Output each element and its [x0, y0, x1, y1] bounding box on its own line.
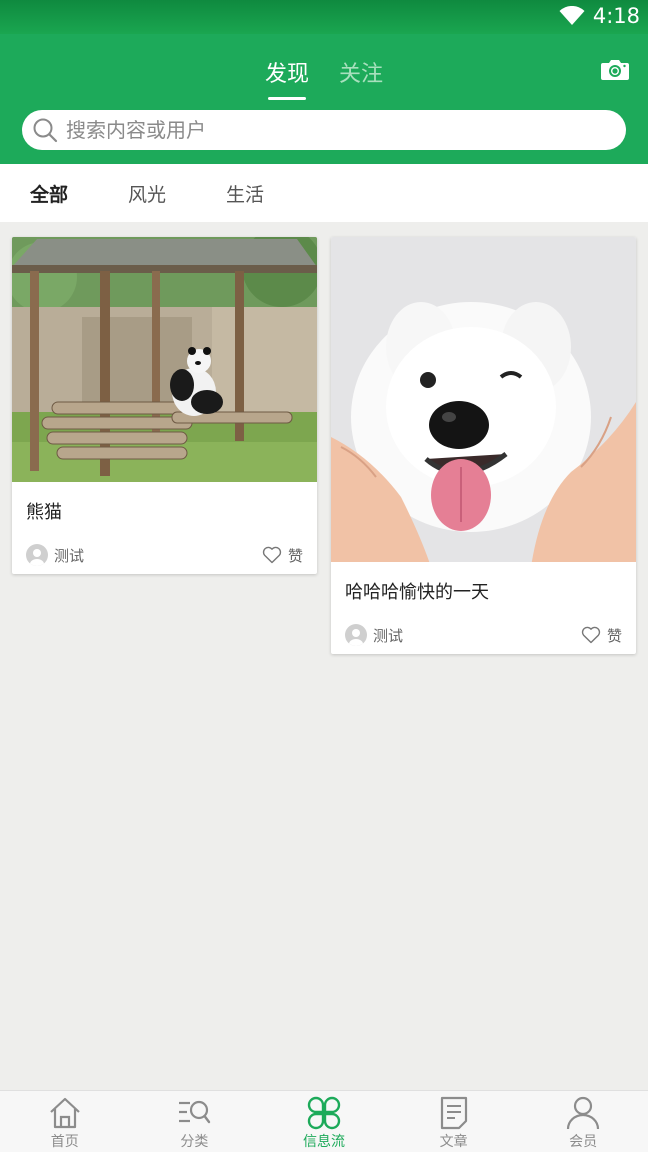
article-icon [440, 1096, 467, 1130]
nav-label: 文章 [439, 1134, 468, 1150]
author-name: 测试 [373, 626, 404, 645]
category-all[interactable]: 全部 [0, 180, 98, 207]
bottom-nav: 首页 分类 信息流 文章 会员 [0, 1090, 648, 1152]
heart-icon [262, 546, 282, 564]
nav-article[interactable]: 文章 [389, 1091, 519, 1152]
tab-follow[interactable]: 关注 [339, 56, 383, 98]
nav-label: 分类 [180, 1134, 209, 1150]
category-life[interactable]: 生活 [196, 180, 294, 207]
search-icon [33, 118, 58, 143]
search-input[interactable] [66, 118, 626, 142]
post-meta: 测试 赞 [331, 608, 636, 654]
category-bar: 全部 风光 生活 [0, 164, 648, 222]
header: 发现 关注 [0, 34, 648, 164]
like-label: 赞 [606, 626, 622, 645]
category-icon [179, 1100, 211, 1124]
feed-icon [307, 1096, 341, 1130]
post-author[interactable]: 测试 [345, 624, 403, 646]
post-card[interactable]: 哈哈哈愉快的一天 测试 赞 [331, 237, 636, 654]
avatar [26, 544, 48, 566]
nav-label: 首页 [50, 1134, 79, 1150]
post-author[interactable]: 测试 [26, 544, 84, 566]
like-label: 赞 [287, 546, 303, 565]
nav-home[interactable]: 首页 [0, 1091, 130, 1152]
nav-member[interactable]: 会员 [518, 1091, 648, 1152]
avatar [345, 624, 367, 646]
post-meta: 测试 赞 [12, 528, 317, 574]
post-card[interactable]: 熊猫 测试 赞 [12, 237, 317, 574]
nav-category[interactable]: 分类 [130, 1091, 260, 1152]
status-bar: 4:18 [0, 0, 648, 34]
samoyed-photo[interactable] [331, 237, 636, 562]
top-tabs: 发现 关注 [0, 56, 648, 100]
tab-discover[interactable]: 发现 [265, 56, 309, 100]
like-button[interactable]: 赞 [262, 545, 303, 566]
member-icon [567, 1096, 600, 1130]
nav-label: 会员 [569, 1134, 598, 1150]
heart-icon [581, 626, 601, 644]
nav-feed[interactable]: 信息流 [259, 1091, 389, 1152]
post-title: 哈哈哈愉快的一天 [345, 582, 489, 603]
panda-photo[interactable] [12, 237, 317, 482]
search-bar[interactable] [22, 110, 626, 150]
home-icon [50, 1097, 80, 1129]
camera-icon[interactable] [600, 58, 630, 82]
like-button[interactable]: 赞 [581, 625, 622, 646]
nav-label: 信息流 [302, 1134, 345, 1150]
status-time: 4:18 [592, 4, 640, 28]
wifi-icon [559, 6, 585, 25]
category-scenery[interactable]: 风光 [98, 180, 196, 207]
post-title: 熊猫 [26, 502, 62, 523]
author-name: 测试 [54, 546, 85, 565]
